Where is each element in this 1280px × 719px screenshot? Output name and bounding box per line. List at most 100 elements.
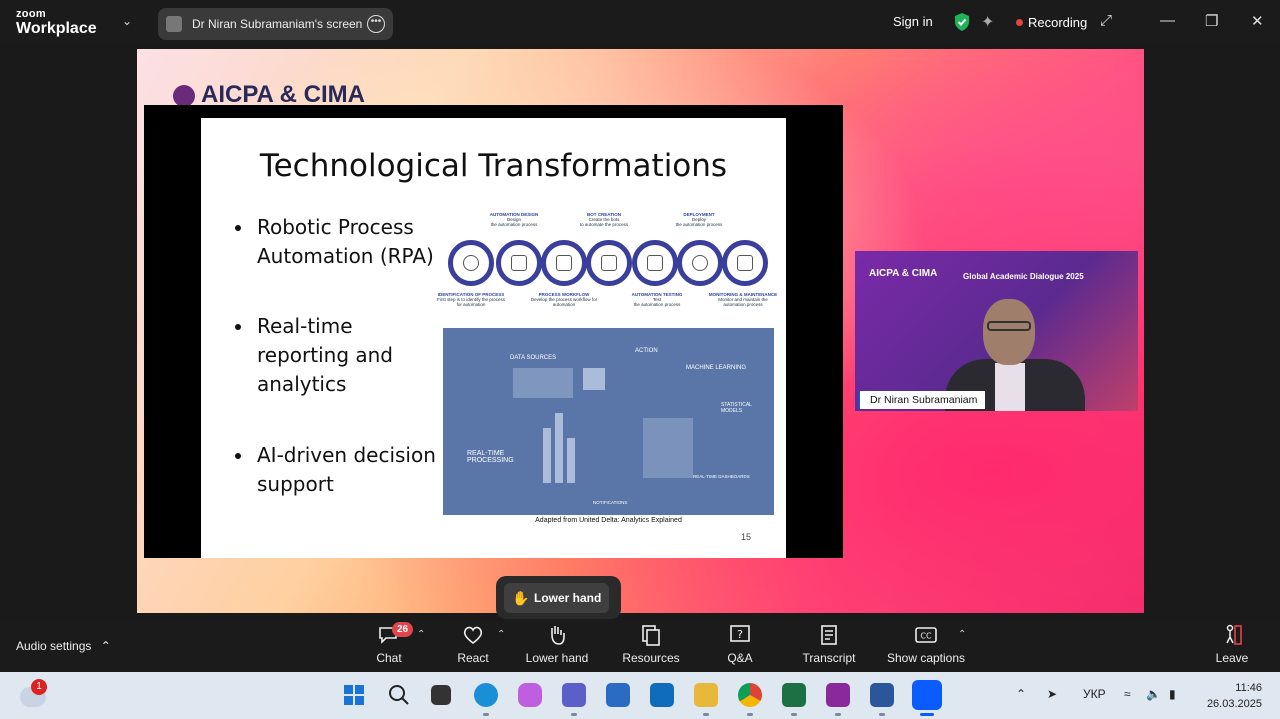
rpa-label-bot: BOT CREATION Create the bots to automate t…	[579, 212, 629, 227]
minimize-icon[interactable]: —	[1160, 12, 1175, 29]
show-hidden-icons-chevron-icon[interactable]: ⌃	[1016, 687, 1026, 701]
lower-hand-button[interactable]: Lower hand	[522, 623, 592, 665]
speaker-shirt	[995, 363, 1025, 411]
speaker-video-tile[interactable]: AICPA & CIMA Global Academic Dialogue 20…	[855, 251, 1138, 411]
label-statistical-models: STATISTICAL MODELS	[721, 402, 752, 414]
chevron-down-icon[interactable]: ⌄	[122, 14, 132, 28]
windows-start-icon[interactable]	[342, 683, 366, 707]
leave-button[interactable]: Leave	[1214, 623, 1250, 665]
bullet-text: Real-time reporting and analytics	[257, 314, 393, 396]
label-data-sources: DATA SOURCES	[510, 355, 557, 361]
infographic-bar	[567, 438, 575, 483]
leave-label: Leave	[1215, 651, 1249, 665]
pdf-app-icon[interactable]	[826, 683, 850, 707]
rpa-label-identify: IDENTIFICATION OF PROCESS First step is t…	[436, 292, 506, 307]
meeting-toolbar: Audio settings ⌃ Chat 26 ⌃ React ⌃ Lower…	[0, 619, 1280, 672]
transcript-icon	[821, 625, 837, 645]
running-indicator	[483, 713, 489, 716]
infographic-bar	[543, 428, 551, 483]
analytics-infographic: DATA SOURCES ACTION MACHINE LEARNING STA…	[443, 328, 774, 515]
presentation-slide: Technological Transformations Robotic Pr…	[201, 118, 786, 558]
bullet-dot	[235, 453, 241, 459]
close-icon[interactable]: ✕	[1251, 12, 1264, 30]
qa-button[interactable]: ? Q&A	[722, 623, 758, 665]
wifi-icon[interactable]: ≈	[1124, 687, 1131, 701]
speaker-bg-logo: AICPA & CIMA	[869, 268, 938, 279]
aicpa-cima-mark-icon	[173, 85, 195, 105]
fullscreen-icon[interactable]: ⤢	[1100, 12, 1112, 29]
bullet-ai: AI-driven decision support	[235, 441, 447, 499]
screen-share-indicator[interactable]: Dr Niran Subramaniam's screen •••	[158, 8, 393, 40]
location-icon[interactable]: ➤	[1047, 687, 1057, 701]
volume-icon[interactable]: 🔈	[1146, 687, 1161, 701]
speaker-name-label: Dr Niran Subramaniam	[858, 391, 986, 409]
task-view-icon[interactable]	[431, 685, 451, 705]
recording-indicator[interactable]: Recording	[1016, 15, 1087, 30]
qa-icon: ?	[730, 625, 750, 642]
windows-taskbar: 1 ⌃ ➤ УКР ≈ 🔈 ▮ 11:46 26.03.2025	[0, 672, 1280, 719]
chrome-icon[interactable]	[738, 683, 762, 707]
infographic-bar	[555, 413, 563, 483]
zoom-app-icon[interactable]	[912, 680, 942, 710]
heart-icon	[463, 626, 483, 645]
leave-icon	[1226, 624, 1242, 645]
rpa-process-diagram: AUTOMATION DESIGN Design the automation pr…	[437, 210, 777, 320]
word-icon[interactable]	[870, 683, 894, 707]
input-language[interactable]: УКР	[1083, 687, 1106, 701]
zoom-workplace-logo[interactable]: zoom Workplace	[16, 9, 97, 37]
search-icon[interactable]	[387, 683, 411, 707]
chevron-up-icon: ⌃	[100, 639, 111, 653]
transcript-label: Transcript	[802, 651, 856, 665]
resources-icon	[642, 625, 660, 646]
svg-text:?: ?	[737, 628, 743, 641]
label-action: ACTION	[635, 348, 658, 354]
stage-logo-text: AICPA & CIMA	[201, 85, 365, 105]
svg-text:CC: CC	[920, 632, 932, 641]
resources-button[interactable]: Resources	[620, 623, 682, 665]
teams-icon[interactable]	[562, 683, 586, 707]
show-captions-label: Show captions	[886, 651, 966, 665]
running-indicator	[835, 713, 841, 716]
recording-dot-icon	[1016, 19, 1023, 26]
ai-companion-icon[interactable]: ✦	[981, 12, 994, 32]
excel-icon[interactable]	[782, 683, 806, 707]
clock-date: 26.03.2025	[1206, 698, 1262, 710]
lower-hand-floating-button[interactable]: ✋ Lower hand	[504, 583, 609, 613]
bullet-dot	[235, 225, 241, 231]
restore-icon[interactable]: ❐	[1205, 12, 1218, 30]
rpa-step-workflow-icon	[541, 240, 587, 286]
rpa-step-testing-icon	[632, 240, 678, 286]
edge-browser-icon[interactable]	[474, 683, 498, 707]
more-options-icon[interactable]: •••	[367, 15, 385, 33]
microsoft-store-icon[interactable]	[606, 683, 630, 707]
system-clock[interactable]: 11:46 26.03.2025	[1200, 680, 1262, 712]
rpa-step-identify-icon	[448, 240, 494, 286]
audio-settings-button[interactable]: Audio settings ⌃	[16, 639, 111, 653]
file-explorer-icon[interactable]	[694, 683, 718, 707]
qa-label: Q&A	[727, 651, 753, 665]
rpa-step-design-icon	[496, 240, 542, 286]
top-bar: zoom Workplace ⌄ Dr Niran Subramaniam's …	[0, 0, 1280, 46]
clock-time: 11:46	[1235, 682, 1262, 694]
running-indicator	[791, 713, 797, 716]
copilot-icon[interactable]	[518, 683, 542, 707]
show-captions-button[interactable]: CC Show captions	[884, 623, 968, 665]
label-machine-learning: MACHINE LEARNING	[686, 365, 747, 371]
captions-options-chevron-icon[interactable]: ⌃	[958, 629, 966, 640]
captions-icon: CC	[915, 627, 937, 643]
sign-in-button[interactable]: Sign in	[893, 14, 933, 29]
react-options-chevron-icon[interactable]: ⌃	[497, 629, 505, 640]
screen-share-title: Dr Niran Subramaniam's screen	[192, 17, 363, 31]
brand-bottom: Workplace	[16, 20, 97, 37]
react-button[interactable]: React	[455, 623, 491, 665]
brand-top: zoom	[16, 8, 46, 20]
speaker-head	[983, 299, 1035, 365]
security-shield-icon[interactable]	[953, 12, 971, 32]
battery-icon[interactable]: ▮	[1169, 687, 1176, 701]
chat-options-chevron-icon[interactable]: ⌃	[417, 629, 425, 640]
running-indicator	[703, 713, 709, 716]
outlook-icon[interactable]	[650, 683, 674, 707]
chat-unread-badge: 26	[392, 622, 414, 637]
world-map-graphic	[643, 418, 693, 478]
transcript-button[interactable]: Transcript	[799, 623, 859, 665]
